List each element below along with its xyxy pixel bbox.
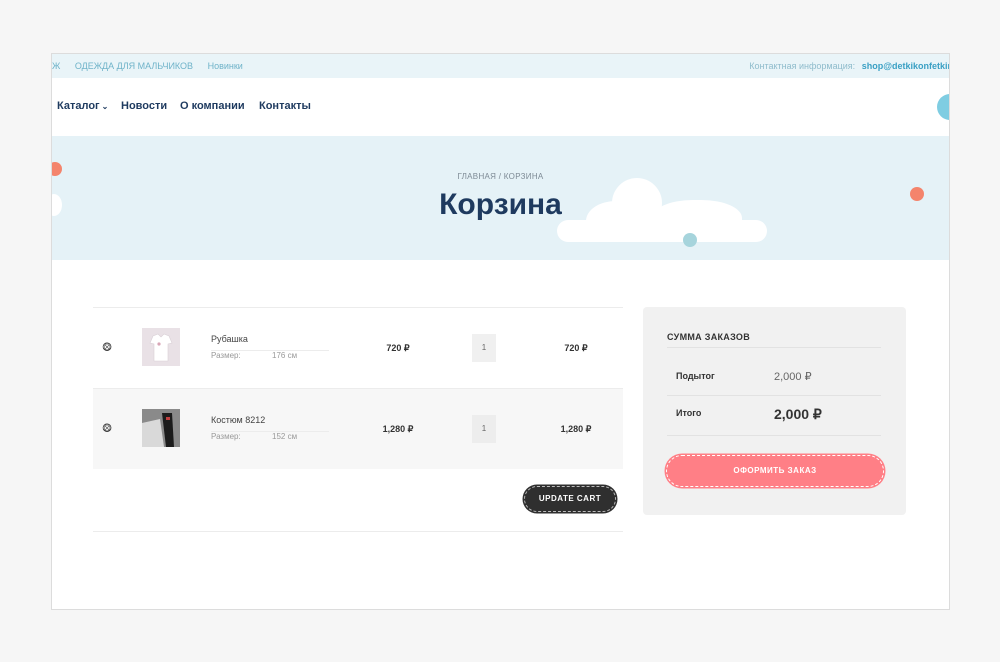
product-thumbnail[interactable]: [142, 328, 180, 366]
nav-catalog-label: Каталог: [57, 100, 100, 112]
unit-price: 720 ₽: [386, 343, 410, 353]
cart-row: ⨷ Рубашка Размер: 176 см 720 ₽ 1 720 ₽: [93, 307, 623, 388]
quantity-input[interactable]: 1: [472, 415, 496, 443]
cart-actions: UPDATE CART: [93, 469, 623, 532]
subtotal-label: Подытог: [676, 371, 715, 381]
line-subtotal: 720 ₽: [564, 343, 588, 353]
product-thumbnail[interactable]: [142, 409, 180, 447]
nav-item-about[interactable]: О компании: [180, 100, 245, 112]
remove-item-icon[interactable]: ⨷: [101, 341, 113, 353]
line-subtotal: 1,280 ₽: [560, 424, 592, 434]
top-link-new-arrivals[interactable]: Новинки: [208, 61, 243, 71]
top-bar-links: Ж ОДЕЖДА ДЛЯ МАЛЬЧИКОВ Новинки: [52, 61, 255, 71]
contact-email-link[interactable]: shop@detkikonfetkin: [862, 61, 949, 71]
size-label: Размер:: [211, 432, 241, 441]
nav-item-catalog[interactable]: Каталог ⌄: [57, 100, 108, 112]
cart-totals: СУММА ЗАКАЗОВ Подытог 2,000 ₽ Итого 2,00…: [643, 307, 906, 515]
cart-bubble-icon[interactable]: [937, 94, 949, 120]
browser-viewport: Ж ОДЕЖДА ДЛЯ МАЛЬЧИКОВ Новинки Контактна…: [51, 53, 950, 610]
page-header-banner: ГЛАВНАЯ / КОРЗИНА Корзина: [52, 136, 949, 260]
product-name-link[interactable]: Костюм 8212: [211, 415, 265, 425]
product-size: Размер: 176 см: [211, 350, 329, 360]
top-link-partial[interactable]: Ж: [52, 61, 60, 71]
contact-info: Контактная информация: shop@detkikonfetk…: [749, 61, 949, 71]
checkout-button[interactable]: ОФОРМИТЬ ЗАКАЗ: [666, 455, 884, 487]
totals-divider: [667, 435, 881, 436]
cart-row: ⨷ Костюм 8212 Размер: 152 см 1,280 ₽ 1 1…: [93, 388, 623, 469]
size-value: 176 см: [272, 351, 298, 360]
size-label: Размер:: [211, 351, 241, 360]
unit-price: 1,280 ₽: [382, 424, 414, 434]
top-link-boys-clothing[interactable]: ОДЕЖДА ДЛЯ МАЛЬЧИКОВ: [75, 61, 193, 71]
size-value: 152 см: [272, 432, 298, 441]
remove-item-icon[interactable]: ⨷: [101, 422, 113, 434]
subtotal-row: Подытог 2,000 ₽: [667, 347, 881, 396]
page-title: Корзина: [439, 188, 562, 221]
quantity-input[interactable]: 1: [472, 334, 496, 362]
product-name-link[interactable]: Рубашка: [211, 334, 248, 344]
update-cart-button[interactable]: UPDATE CART: [524, 486, 616, 512]
chevron-down-icon: ⌄: [101, 102, 109, 111]
totals-title: СУММА ЗАКАЗОВ: [667, 332, 751, 342]
nav-item-news[interactable]: Новости: [121, 100, 167, 112]
nav-item-contacts[interactable]: Контакты: [259, 100, 311, 112]
top-bar: Ж ОДЕЖДА ДЛЯ МАЛЬЧИКОВ Новинки Контактна…: [52, 54, 949, 78]
total-value: 2,000 ₽: [774, 406, 822, 422]
main-nav: Каталог ⌄ Новости О компании Контакты: [52, 78, 949, 136]
decor-dot-teal: [683, 233, 697, 247]
total-row: Итого 2,000 ₽: [667, 395, 881, 436]
breadcrumb[interactable]: ГЛАВНАЯ / КОРЗИНА: [52, 172, 949, 181]
contact-label: Контактная информация:: [749, 61, 856, 71]
subtotal-value: 2,000 ₽: [774, 371, 812, 383]
product-size: Размер: 152 см: [211, 431, 329, 441]
total-label: Итого: [676, 408, 702, 418]
